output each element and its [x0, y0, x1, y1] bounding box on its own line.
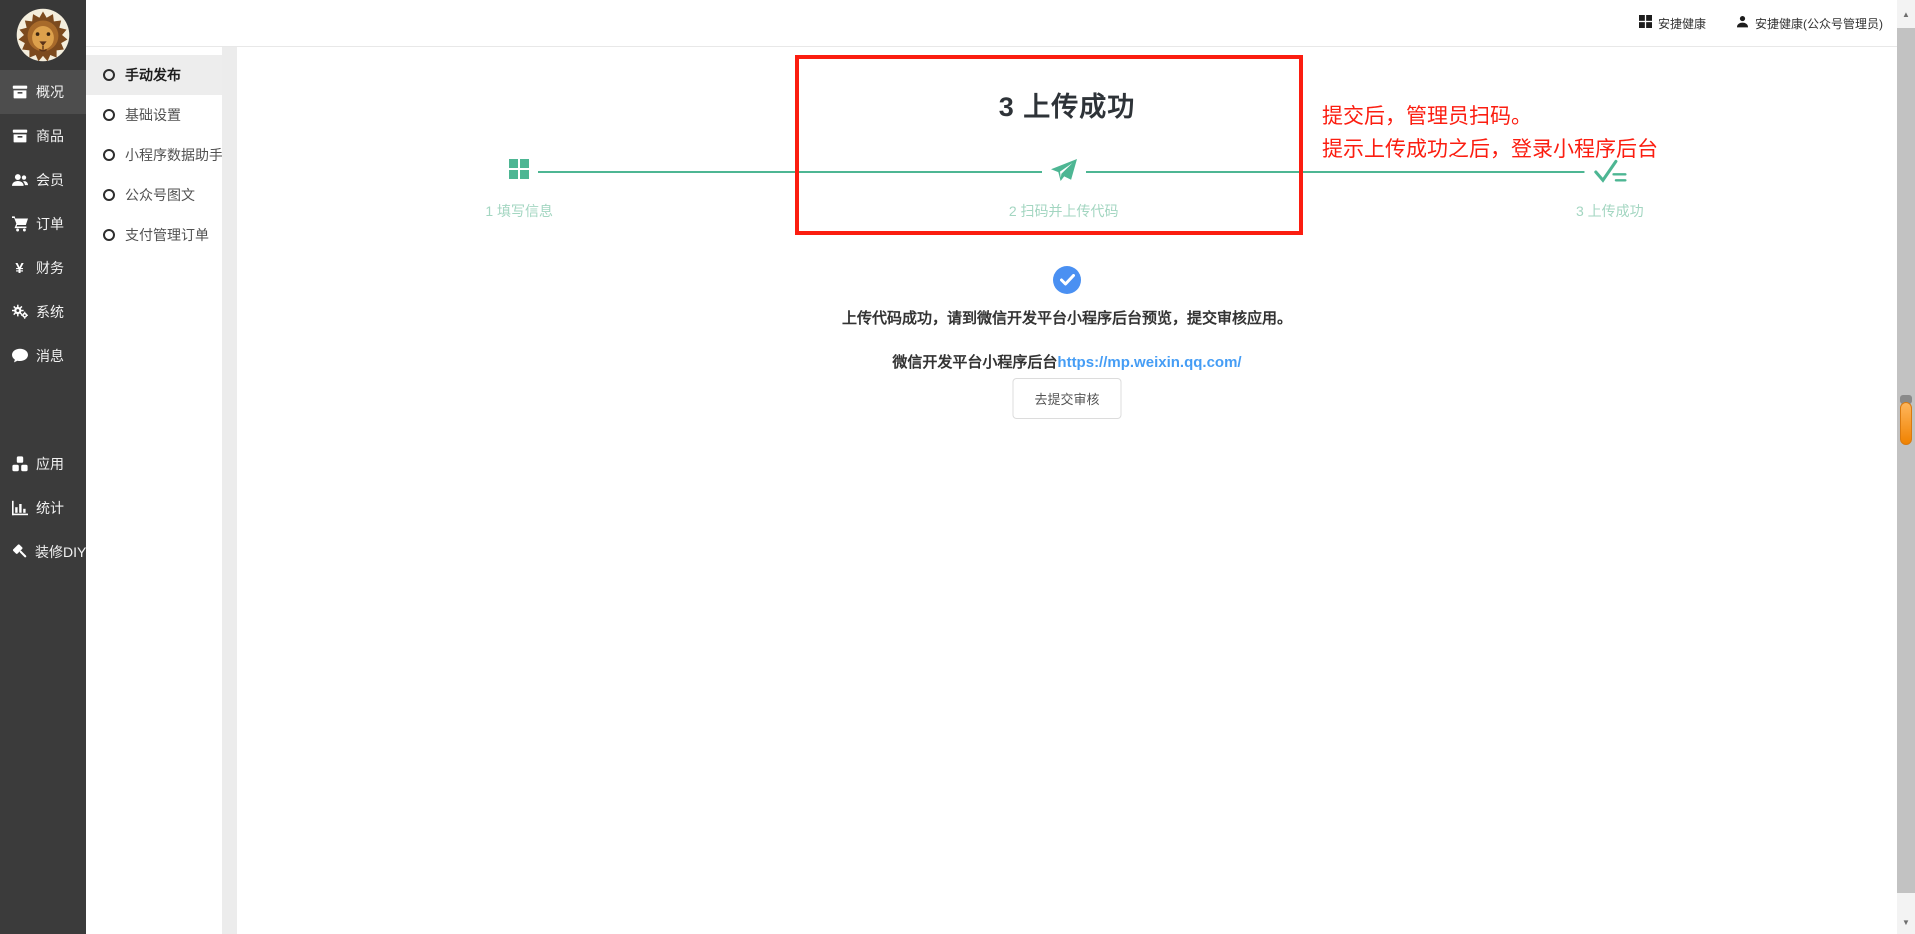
comment-icon: [11, 348, 28, 364]
submenu-item-label: 公众号图文: [125, 185, 195, 205]
submenu-item-label: 小程序数据助手: [125, 145, 223, 165]
shop-name-label: 安捷健康: [1658, 15, 1706, 32]
users-icon: [11, 172, 28, 188]
sidebar-item-label: 订单: [36, 214, 64, 234]
th-large-icon: [1639, 15, 1652, 31]
sidebar-item-orders[interactable]: 订单: [0, 202, 86, 246]
submenu-item-manual-publish[interactable]: 手动发布: [86, 55, 222, 95]
check-icon: [1060, 274, 1075, 286]
grid-icon: [500, 159, 538, 179]
submenu-item-basic-settings[interactable]: 基础设置: [86, 95, 222, 135]
step-wizard: 1 填写信息 2 扫码并上传代码 3 上传成功: [237, 153, 1897, 253]
submenu-item-payment-order-management[interactable]: 支付管理订单: [86, 215, 222, 255]
gavel-icon: [11, 544, 27, 560]
yen-icon: ¥: [11, 260, 28, 277]
cart-icon: [11, 216, 28, 232]
circle-outline-icon: [103, 189, 115, 201]
cubes-icon: [11, 456, 28, 472]
sidebar-item-diy[interactable]: 装修DIY: [0, 530, 86, 574]
go-submit-review-button[interactable]: 去提交审核: [1012, 378, 1121, 419]
circle-outline-icon: [103, 149, 115, 161]
shop-switcher[interactable]: 安捷健康: [1639, 15, 1706, 32]
sidebar-item-label: 统计: [36, 498, 64, 518]
cogs-icon: [11, 304, 28, 320]
submenu-item-label: 基础设置: [125, 105, 181, 125]
sidebar-item-system[interactable]: 系统: [0, 290, 86, 334]
primary-sidebar: 概况商品会员订单 ¥ 财务系统消息 应用统计装修DIY: [0, 0, 86, 934]
chart-icon: [11, 500, 28, 516]
sidebar-item-label: 概况: [36, 82, 64, 102]
sidebar-item-label: 消息: [36, 346, 64, 366]
circle-outline-icon: [103, 109, 115, 121]
step-label-2: 2 扫码并上传代码: [1009, 201, 1119, 221]
secondary-sidebar: 手动发布基础设置小程序数据助手公众号图文支付管理订单: [86, 47, 222, 934]
submenu-item-official-account-articles[interactable]: 公众号图文: [86, 175, 222, 215]
box-icon: [11, 128, 28, 144]
success-check-badge: [1053, 266, 1081, 294]
sidebar-item-finance[interactable]: ¥ 财务: [0, 246, 86, 290]
sidebar-item-messages[interactable]: 消息: [0, 334, 86, 378]
sidebar-item-overview[interactable]: 概况: [0, 70, 86, 114]
window-scrollbar: ▲ ▼: [1897, 0, 1915, 934]
sidebar-bottom-group: 应用统计装修DIY: [0, 442, 86, 574]
user-menu[interactable]: 安捷健康(公众号管理员): [1736, 15, 1883, 32]
submenu-item-miniprogram-data-assistant[interactable]: 小程序数据助手: [86, 135, 222, 175]
platform-link-prefix: 微信开发平台小程序后台: [892, 354, 1057, 371]
step-label-1: 1 填写信息: [485, 201, 553, 221]
scrollbar-thumb[interactable]: [1897, 28, 1915, 893]
brand-logo[interactable]: [0, 0, 86, 70]
scroll-down-icon[interactable]: ▼: [1897, 914, 1915, 930]
step-label-3: 3 上传成功: [1576, 201, 1644, 221]
scroll-up-icon[interactable]: ▲: [1897, 6, 1915, 22]
circle-outline-icon: [103, 69, 115, 81]
lion-logo-icon: [14, 6, 72, 64]
sidebar-spacer: [0, 378, 86, 442]
sidebar-item-label: 会员: [36, 170, 64, 190]
sidebar-item-goods[interactable]: 商品: [0, 114, 86, 158]
checklist-icon: [1584, 159, 1635, 185]
sidebar-main-group: 概况商品会员订单 ¥ 财务系统消息: [0, 70, 86, 378]
main-content: 3 上传成功 1 填写信息 2 扫码并上传代码 3 上传成功 上传代码成功，请到微信…: [237, 47, 1897, 934]
archive-icon: [11, 84, 28, 100]
paper-plane-icon: [1042, 159, 1086, 183]
platform-link-line: 微信开发平台小程序后台https://mp.weixin.qq.com/: [237, 351, 1897, 372]
submenu-item-label: 支付管理订单: [125, 225, 209, 245]
sidebar-item-label: 系统: [36, 302, 64, 322]
app-window: 概况商品会员订单 ¥ 财务系统消息 应用统计装修DIY 安捷健康 安捷健康(公众号管…: [0, 0, 1915, 934]
sidebar-item-label: 应用: [36, 454, 64, 474]
sidebar-item-members[interactable]: 会员: [0, 158, 86, 202]
submenu-item-label: 手动发布: [125, 65, 181, 85]
sidebar-item-label: 财务: [36, 258, 64, 278]
submenu-scrollbar[interactable]: [222, 47, 237, 934]
circle-outline-icon: [103, 229, 115, 241]
sidebar-item-label: 装修DIY: [35, 542, 86, 562]
sidebar-item-stats[interactable]: 统计: [0, 486, 86, 530]
user-icon: [1736, 15, 1749, 31]
wizard-step-title: 3 上传成功: [237, 85, 1897, 124]
upload-success-message: 上传代码成功，请到微信开发平台小程序后台预览，提交审核应用。: [237, 307, 1897, 328]
user-name-label: 安捷健康(公众号管理员): [1755, 15, 1883, 32]
sidebar-item-apps[interactable]: 应用: [0, 442, 86, 486]
scrollbar-orange-marker[interactable]: [1900, 402, 1912, 445]
sidebar-item-label: 商品: [36, 126, 64, 146]
top-header: 安捷健康 安捷健康(公众号管理员): [86, 0, 1897, 47]
weixin-platform-link[interactable]: https://mp.weixin.qq.com/: [1057, 354, 1241, 371]
